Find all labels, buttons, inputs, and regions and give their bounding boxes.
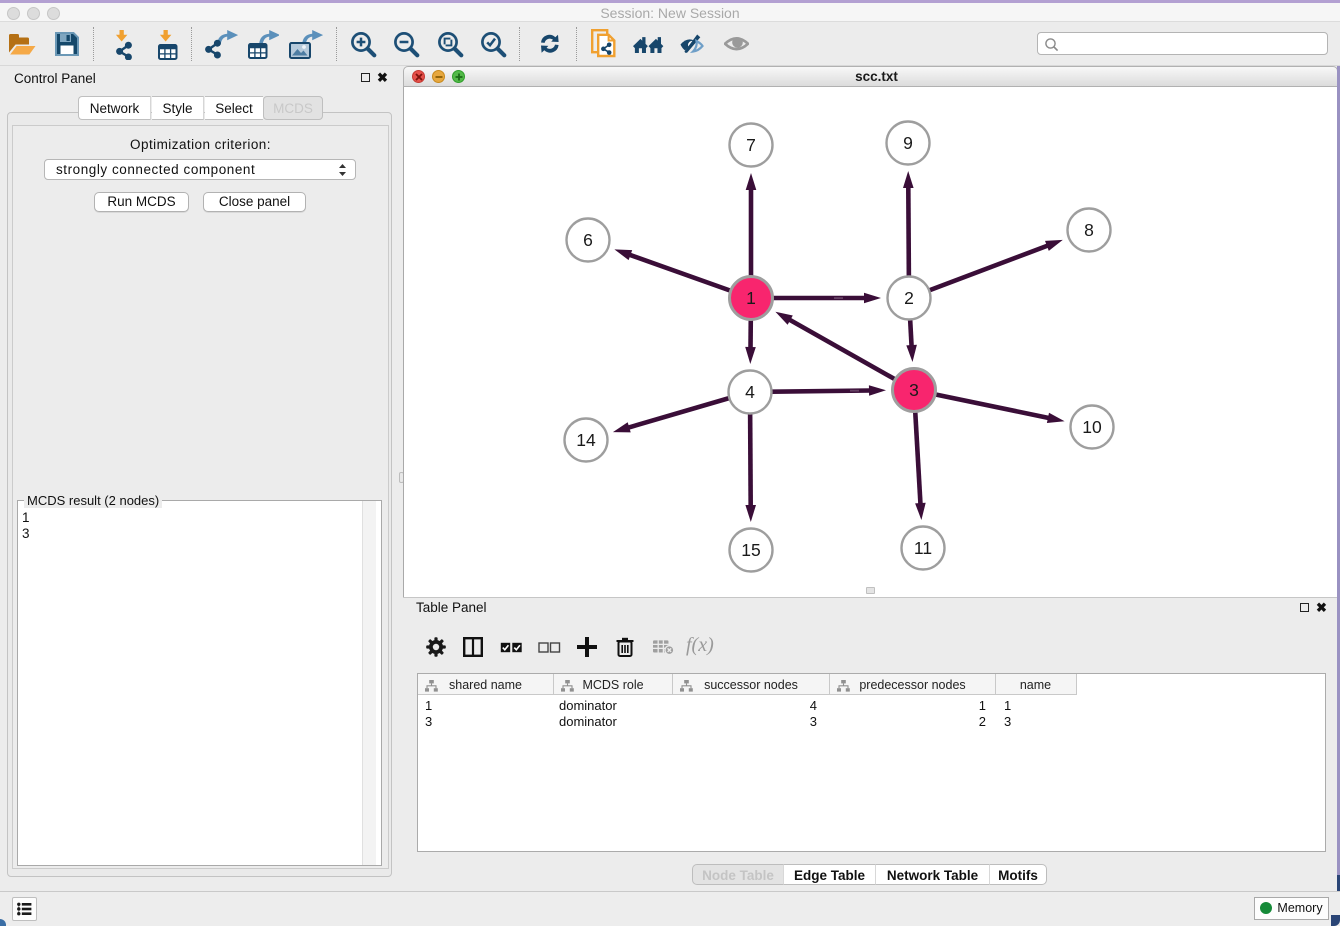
svg-text:2: 2 — [904, 288, 914, 308]
svg-text:15: 15 — [741, 540, 760, 560]
svg-text:11: 11 — [914, 538, 932, 558]
svg-text:4: 4 — [745, 382, 755, 402]
svg-text:14: 14 — [576, 430, 596, 450]
svg-text:1: 1 — [746, 288, 756, 308]
svg-text:6: 6 — [583, 230, 593, 250]
svg-text:9: 9 — [903, 133, 913, 153]
svg-text:10: 10 — [1082, 417, 1102, 437]
svg-text:3: 3 — [909, 380, 919, 400]
svg-text:7: 7 — [746, 135, 756, 155]
svg-text:8: 8 — [1084, 220, 1094, 240]
